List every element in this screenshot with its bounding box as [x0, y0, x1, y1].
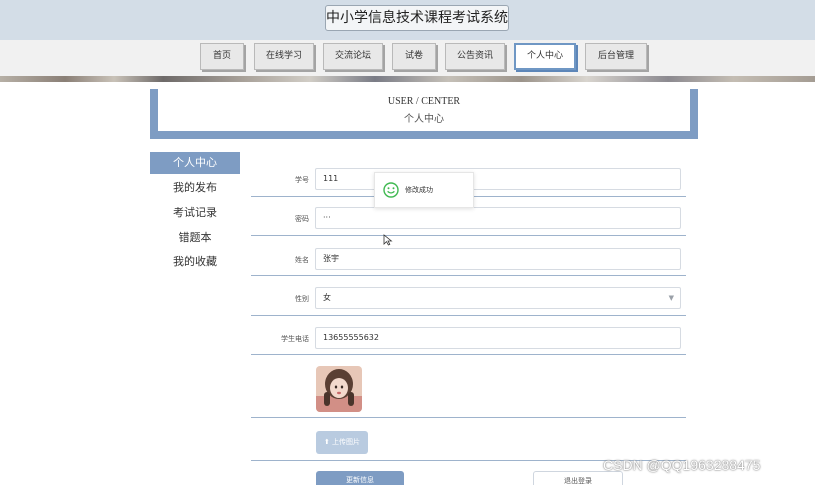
student-id-label: 学号 [295, 176, 309, 184]
nav-online-learning[interactable]: 在线学习 [254, 43, 314, 70]
gender-label: 性别 [295, 295, 309, 303]
chevron-down-icon: ▼ [668, 294, 674, 302]
sidebar-item-my-posts[interactable]: 我的发布 [150, 177, 240, 199]
success-toast: 修改成功 [374, 172, 474, 208]
student-id-field[interactable]: 111 [315, 168, 681, 190]
sidebar-item-personal-center[interactable]: 个人中心 [150, 152, 240, 174]
avatar-image [316, 366, 362, 412]
sidebar-item-favorites[interactable]: 我的收藏 [150, 251, 240, 273]
watermark: CSDN @QQ1963288475 [603, 457, 761, 473]
smile-icon [383, 182, 399, 198]
nav-personal-center[interactable]: 个人中心 [514, 43, 576, 70]
phone-label: 学生电话 [281, 335, 309, 343]
toast-message: 修改成功 [405, 186, 433, 194]
page-title-box: USER / CENTER 个人中心 [150, 89, 698, 139]
nav-announcements[interactable]: 公告资讯 [445, 43, 505, 70]
nav-exam-papers[interactable]: 试卷 [392, 43, 436, 70]
mouse-cursor-icon [383, 234, 393, 246]
sidebar-item-exam-records[interactable]: 考试记录 [150, 202, 240, 224]
sidebar-item-wrong-questions[interactable]: 错题本 [150, 227, 240, 249]
password-field[interactable]: ··· [315, 207, 681, 229]
name-label: 姓名 [295, 256, 309, 264]
row-divider [251, 235, 686, 236]
row-divider [251, 275, 686, 276]
nav-forum[interactable]: 交流论坛 [323, 43, 383, 70]
top-header: 中小学信息技术课程考试系统 [0, 0, 815, 40]
gender-select[interactable]: 女 ▼ [315, 287, 681, 309]
upload-button-label: 上传图片 [332, 438, 361, 446]
gender-value: 女 [323, 293, 331, 302]
phone-field[interactable]: 13655555632 [315, 327, 681, 349]
avatar [316, 366, 362, 412]
page-title-en: USER / CENTER [387, 96, 461, 107]
site-title: 中小学信息技术课程考试系统 [325, 5, 509, 31]
nav-home[interactable]: 首页 [200, 43, 244, 70]
row-divider [251, 417, 686, 418]
password-label: 密码 [295, 215, 309, 223]
row-divider [251, 315, 686, 316]
name-field[interactable]: 张宇 [315, 248, 681, 270]
page-title-cn: 个人中心 [404, 114, 444, 125]
row-divider [251, 354, 686, 355]
nav-admin[interactable]: 后台管理 [585, 43, 647, 70]
banner-image-strip [0, 76, 815, 82]
upload-image-button[interactable]: ⬆ 上传图片 [316, 431, 368, 454]
upload-icon: ⬆ [323, 438, 330, 446]
